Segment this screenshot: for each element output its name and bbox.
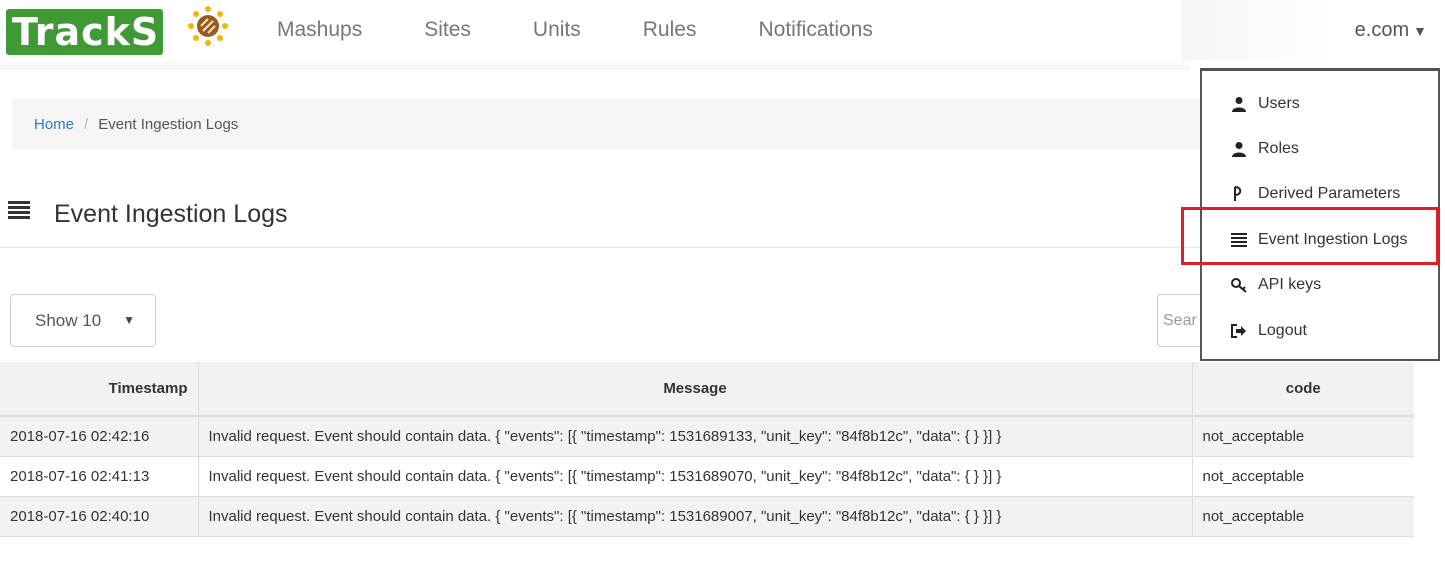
nav-units[interactable]: Units bbox=[511, 18, 603, 42]
breadcrumb: Home / Event Ingestion Logs bbox=[12, 98, 1202, 150]
cell-message: Invalid request. Event should contain da… bbox=[198, 416, 1193, 457]
key-icon bbox=[1230, 276, 1248, 294]
menu-item-api-keys[interactable]: API keys bbox=[1202, 266, 1438, 304]
table-row: 2018-07-16 02:42:16 Invalid request. Eve… bbox=[0, 416, 1414, 457]
cell-timestamp: 2018-07-16 02:41:13 bbox=[0, 456, 199, 497]
column-header-timestamp[interactable]: Timestamp bbox=[0, 362, 199, 417]
nav-sites[interactable]: Sites bbox=[402, 18, 493, 42]
page-title: Event Ingestion Logs bbox=[54, 200, 288, 228]
list-icon bbox=[8, 201, 30, 219]
user-email-text: e.com bbox=[1354, 19, 1410, 41]
logo[interactable]: TrackS bbox=[6, 7, 164, 57]
breadcrumb-separator: / bbox=[84, 115, 89, 133]
caret-down-icon: ▼ bbox=[1413, 23, 1427, 39]
cell-code: not_acceptable bbox=[1192, 416, 1414, 457]
cell-message: Invalid request. Event should contain da… bbox=[198, 456, 1193, 497]
menu-item-roles[interactable]: Roles bbox=[1202, 130, 1438, 168]
fork-icon bbox=[1230, 185, 1248, 203]
breadcrumb-home[interactable]: Home bbox=[34, 116, 74, 133]
column-header-code[interactable]: code bbox=[1192, 362, 1414, 417]
menu-item-label: Derived Parameters bbox=[1258, 185, 1401, 202]
table-header-row: Timestamp Message code bbox=[0, 362, 1414, 417]
cell-message: Invalid request. Event should contain da… bbox=[198, 496, 1193, 537]
caret-down-icon: ▼ bbox=[123, 313, 135, 327]
user-menu[interactable]: e.com ▼ bbox=[1182, 0, 1445, 60]
navbar-shadow bbox=[0, 60, 1190, 70]
menu-item-label: Users bbox=[1258, 95, 1300, 112]
menu-item-users[interactable]: Users bbox=[1202, 85, 1438, 123]
column-header-message[interactable]: Message bbox=[198, 362, 1193, 417]
menu-item-label: API keys bbox=[1258, 276, 1322, 293]
logo-text: TrackS bbox=[6, 9, 164, 55]
highlight-box bbox=[1181, 207, 1439, 265]
user-email[interactable]: e.com ▼ bbox=[1355, 0, 1427, 60]
search-placeholder: Sear bbox=[1163, 312, 1197, 329]
menu-item-logout[interactable]: Logout bbox=[1202, 312, 1438, 350]
nav-mashups[interactable]: Mashups bbox=[255, 18, 384, 42]
top-navbar: TrackS Mashups Sites Units Rules Notific… bbox=[0, 0, 1445, 70]
cell-timestamp: 2018-07-16 02:40:10 bbox=[0, 496, 199, 537]
breadcrumb-current: Event Ingestion Logs bbox=[98, 115, 239, 133]
user-icon bbox=[1230, 140, 1248, 158]
nav-notifications[interactable]: Notifications bbox=[736, 18, 894, 42]
nav-rules[interactable]: Rules bbox=[621, 18, 719, 42]
sun-logo-icon bbox=[188, 6, 228, 46]
user-icon bbox=[1230, 95, 1248, 113]
logout-icon bbox=[1230, 322, 1248, 340]
table-row: 2018-07-16 02:41:13 Invalid request. Eve… bbox=[0, 456, 1414, 497]
page-header: Event Ingestion Logs bbox=[0, 190, 1200, 248]
cell-code: not_acceptable bbox=[1192, 496, 1414, 537]
cell-code: not_acceptable bbox=[1192, 456, 1414, 497]
menu-item-label: Logout bbox=[1258, 322, 1307, 339]
page-length-label: Show 10 bbox=[35, 310, 102, 330]
page-length-select[interactable]: Show 10 ▼ bbox=[10, 294, 156, 347]
event-logs-table: Timestamp Message code 2018-07-16 02:42:… bbox=[0, 362, 1414, 537]
main-nav: Mashups Sites Units Rules Notifications bbox=[255, 0, 913, 60]
cell-timestamp: 2018-07-16 02:42:16 bbox=[0, 416, 199, 457]
table-row: 2018-07-16 02:40:10 Invalid request. Eve… bbox=[0, 496, 1414, 537]
redacted-email-mask bbox=[1182, 0, 1332, 60]
menu-item-label: Roles bbox=[1258, 140, 1299, 157]
